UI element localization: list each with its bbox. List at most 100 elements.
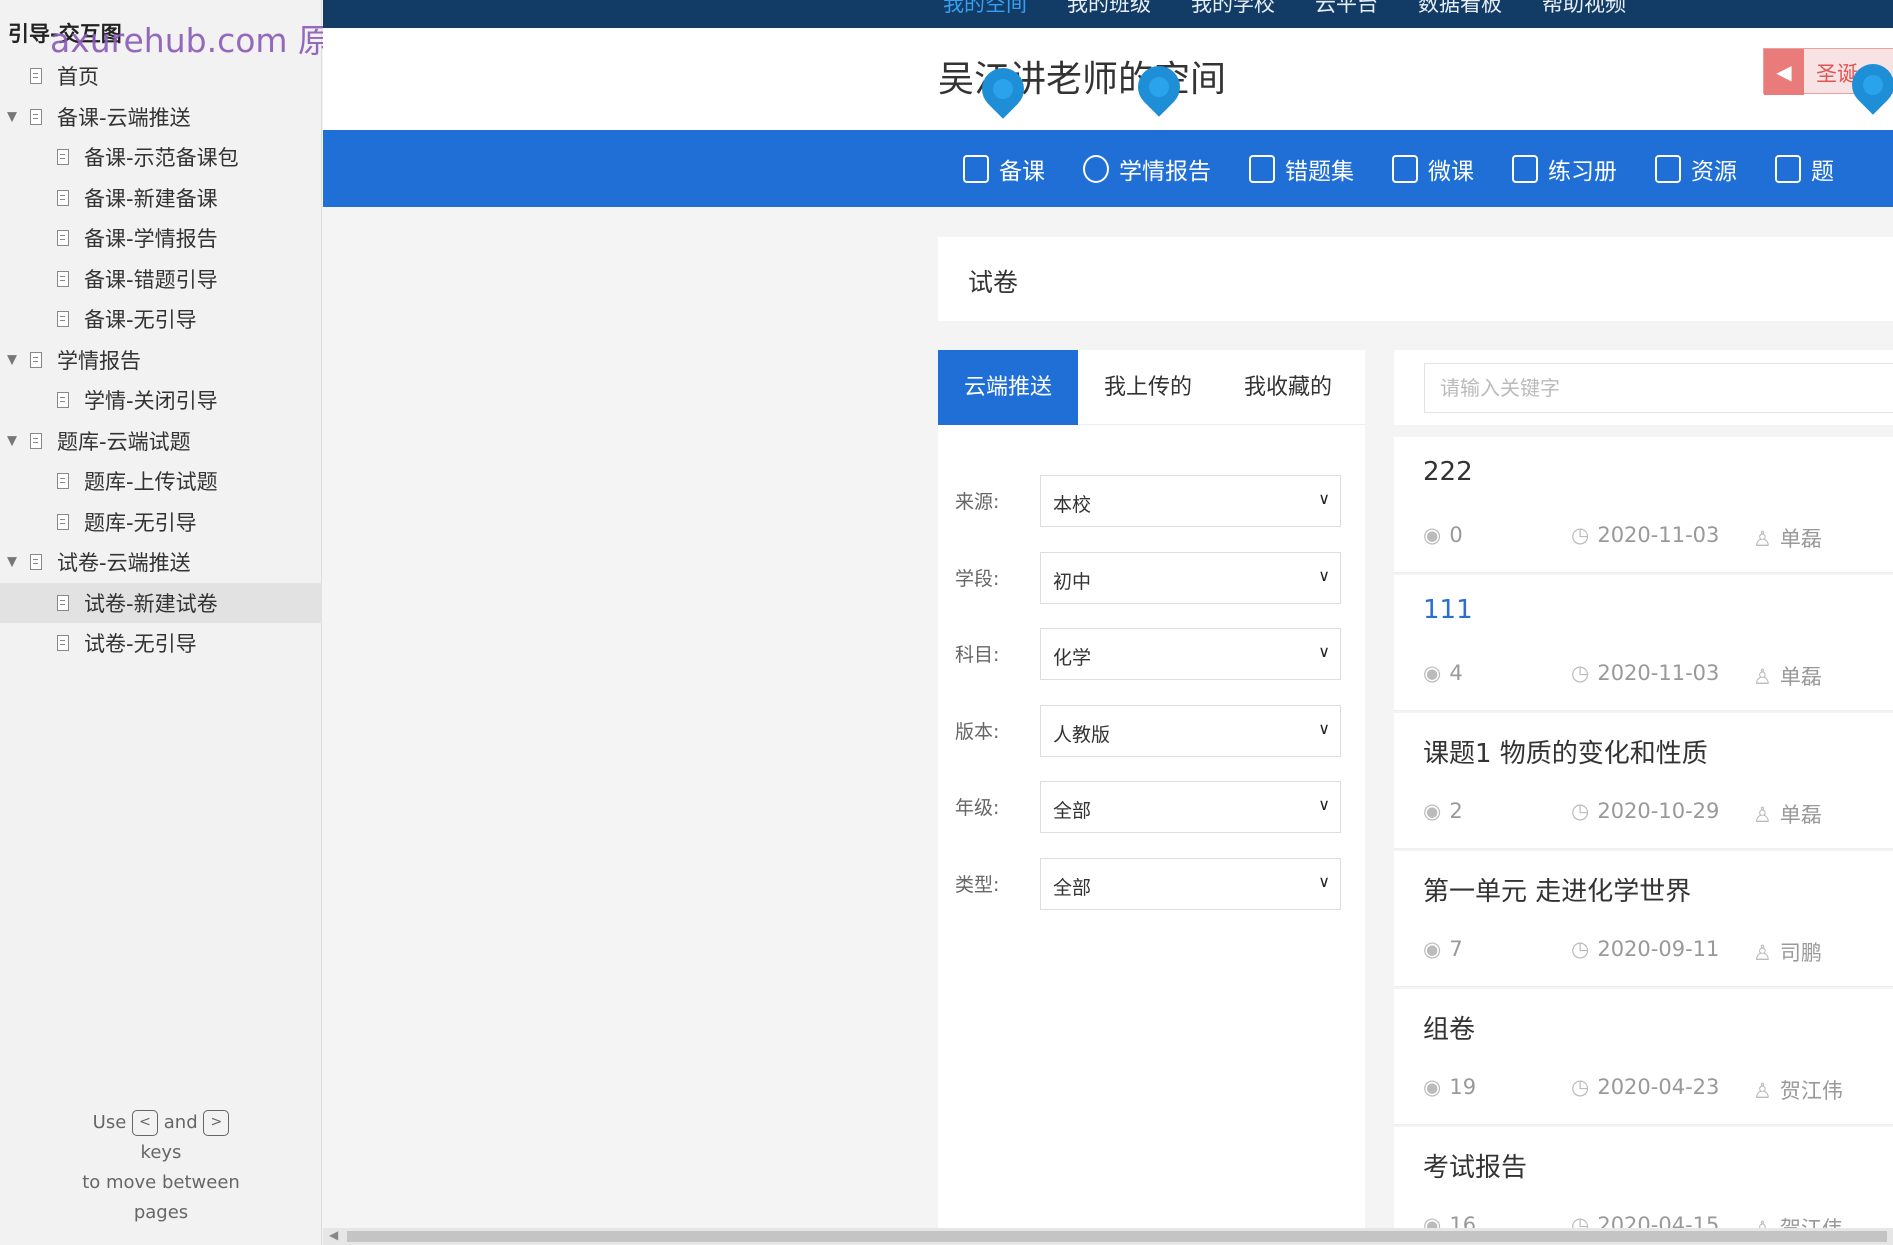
nav-item-label: 资源 bbox=[1691, 158, 1737, 185]
sidebar-page-item[interactable]: 题库-无引导 bbox=[0, 502, 322, 543]
prototype-canvas: 我的空间 我的班级 我的学校 云平台 数据看板 帮助视频 吴江讲老师的空间 ◀ 圣诞 备课… bbox=[323, 0, 1893, 1245]
nav-item[interactable]: 练习册 bbox=[1512, 152, 1617, 186]
author-name: 单磊 bbox=[1779, 803, 1822, 827]
sidebar-page-item[interactable]: 题库-上传试题 bbox=[0, 461, 322, 502]
nav-item-label: 练习册 bbox=[1548, 158, 1617, 185]
search-input[interactable] bbox=[1424, 363, 1893, 413]
filter-select[interactable]: 全部 ∨ bbox=[1040, 857, 1341, 910]
sidebar-page-label: 题库-上传试题 bbox=[84, 470, 218, 495]
help-line3: pages bbox=[133, 1202, 189, 1223]
paper-title[interactable]: 111 bbox=[1423, 595, 1473, 625]
publish-date-value: 2020-10-29 bbox=[1597, 799, 1720, 823]
filter-select[interactable]: 人教版 ∨ bbox=[1040, 704, 1341, 757]
publish-date: ◷ 2020-10-29 bbox=[1571, 799, 1719, 823]
paper-title[interactable]: 第一单元 走进化学世界 bbox=[1423, 871, 1691, 908]
filter-select[interactable]: 本校 ∨ bbox=[1040, 475, 1341, 527]
filter-label: 来源: bbox=[955, 491, 1000, 513]
filter-select-value: 人教版 bbox=[1053, 723, 1111, 746]
filter-row: 学段: 初中 ∨ bbox=[955, 551, 1355, 606]
sidebar-page-item[interactable]: 备课-无引导 bbox=[0, 299, 322, 340]
top-nav-link[interactable]: 数据看板 bbox=[1418, 0, 1502, 18]
nav-item[interactable]: 微课 bbox=[1392, 152, 1474, 186]
nav-item[interactable]: 备课 bbox=[963, 152, 1045, 186]
caret-down-icon[interactable]: ▼ bbox=[7, 555, 17, 570]
top-nav-link[interactable]: 云平台 bbox=[1315, 0, 1378, 18]
nav-item[interactable]: 题 bbox=[1775, 152, 1834, 186]
page-tree-sidebar: 引导-交互图 axurehub.com 原型资源站 首页 ▼ 备课-云端推送 备课-示… bbox=[0, 0, 463, 1245]
eye-icon: ◉ bbox=[1423, 937, 1442, 961]
author: ♙ 单磊 bbox=[1753, 661, 1822, 691]
notebook-icon bbox=[1512, 154, 1538, 183]
filter-select-value: 全部 bbox=[1053, 800, 1092, 822]
tab-0[interactable]: 云端推送 bbox=[938, 350, 1078, 425]
top-nav-link[interactable]: 我的空间 bbox=[943, 0, 1027, 18]
publish-date: ◷ 2020-11-03 bbox=[1571, 523, 1719, 547]
caret-down-icon[interactable]: ▼ bbox=[7, 352, 17, 367]
sidebar-page-item[interactable]: 备课-错题引导 bbox=[0, 259, 322, 300]
sidebar-page-item[interactable]: ▼ 学情报告 bbox=[0, 340, 322, 381]
sidebar-page-label: 题库-云端试题 bbox=[57, 429, 191, 454]
nav-item[interactable]: 错题集 bbox=[1249, 152, 1354, 186]
nav-item[interactable]: 学情报告 bbox=[1083, 152, 1211, 186]
scrollbar-thumb[interactable] bbox=[347, 1231, 1887, 1242]
sidebar-page-item[interactable]: 备课-学情报告 bbox=[0, 218, 322, 259]
paper-title[interactable]: 222 bbox=[1423, 457, 1473, 487]
caret-down-icon[interactable]: ▼ bbox=[7, 109, 17, 124]
author: ♙ 司鹏 bbox=[1753, 937, 1822, 967]
filter-select-value: 本校 bbox=[1053, 494, 1092, 516]
filter-select[interactable]: 全部 ∨ bbox=[1040, 781, 1341, 833]
sidebar-page-item[interactable]: 首页 bbox=[0, 56, 322, 97]
page-icon bbox=[57, 189, 69, 206]
space-header: 吴江讲老师的空间 ◀ 圣诞 bbox=[323, 28, 1893, 130]
sidebar-page-item[interactable]: 试卷-无引导 bbox=[0, 623, 322, 664]
paper-list-item[interactable]: 111 ◉ 4 ◷ 2020-11-03 ♙ 单磊 bbox=[1394, 575, 1893, 711]
nav-item-label: 学情报告 bbox=[1119, 158, 1211, 185]
sidebar-page-item[interactable]: 备课-新建备课 bbox=[0, 178, 322, 219]
page-icon bbox=[57, 513, 69, 530]
filter-select[interactable]: 初中 ∨ bbox=[1040, 551, 1341, 604]
video-camera-icon bbox=[1392, 154, 1418, 183]
horizontal-scrollbar[interactable]: ◀ bbox=[323, 1228, 1893, 1245]
filter-select-value: 化学 bbox=[1053, 647, 1092, 669]
paper-title[interactable]: 考试报告 bbox=[1423, 1147, 1527, 1184]
scroll-left-icon[interactable]: ◀ bbox=[329, 1228, 338, 1242]
filter-row: 版本: 人教版 ∨ bbox=[955, 704, 1355, 759]
page-icon bbox=[57, 149, 69, 166]
sidebar-page-item[interactable]: ▼ 备课-云端推送 bbox=[0, 97, 322, 138]
publish-date-value: 2020-11-03 bbox=[1597, 661, 1720, 685]
top-nav-link[interactable]: 我的学校 bbox=[1191, 0, 1275, 18]
sidebar-page-item[interactable]: ▼ 试卷-云端推送 bbox=[0, 542, 322, 583]
top-nav-link[interactable]: 我的班级 bbox=[1067, 0, 1151, 18]
filter-select[interactable]: 化学 ∨ bbox=[1040, 628, 1341, 680]
keyboard-help: Use < and > keys to move between pages bbox=[0, 1108, 322, 1228]
user-icon: ♙ bbox=[1753, 941, 1772, 965]
view-count: ◉ 7 bbox=[1423, 937, 1463, 961]
chevron-down-icon: ∨ bbox=[1318, 871, 1330, 891]
publish-date-value: 2020-09-11 bbox=[1597, 937, 1720, 961]
help-use-text: Use bbox=[92, 1112, 127, 1133]
tab-1[interactable]: 我上传的 bbox=[1078, 350, 1218, 425]
author-name: 单磊 bbox=[1779, 527, 1822, 551]
paper-list-item[interactable]: 课题1 物质的变化和性质 ◉ 2 ◷ 2020-10-29 ♙ 单磊 bbox=[1394, 713, 1893, 849]
nav-item[interactable]: 资源 bbox=[1655, 152, 1737, 186]
book-icon bbox=[1249, 154, 1275, 183]
caret-down-icon[interactable]: ▼ bbox=[7, 433, 17, 448]
paper-list-item[interactable]: 组卷 ◉ 19 ◷ 2020-04-23 ♙ 贺江伟 bbox=[1394, 989, 1893, 1125]
sidebar-page-item[interactable]: 试卷-新建试卷 bbox=[0, 582, 322, 623]
prev-key-icon: < bbox=[132, 1110, 159, 1136]
paper-title[interactable]: 课题1 物质的变化和性质 bbox=[1423, 733, 1708, 770]
paper-list-item[interactable]: 第一单元 走进化学世界 ◉ 7 ◷ 2020-09-11 ♙ 司鹏 bbox=[1394, 851, 1893, 987]
tab-2[interactable]: 我收藏的 bbox=[1218, 350, 1358, 425]
page-icon bbox=[30, 108, 42, 125]
sidebar-page-item[interactable]: ▼ 题库-云端试题 bbox=[0, 421, 322, 462]
sidebar-page-item[interactable]: 备课-示范备课包 bbox=[0, 137, 322, 178]
sidebar-page-label: 学情报告 bbox=[57, 348, 141, 373]
page-icon bbox=[30, 554, 42, 571]
paper-list-item[interactable]: 222 ◉ 0 ◷ 2020-11-03 ♙ 单磊 bbox=[1394, 437, 1893, 573]
page-icon bbox=[57, 392, 69, 409]
paper-title[interactable]: 组卷 bbox=[1423, 1009, 1475, 1046]
sidebar-page-item[interactable]: 学情-关闭引导 bbox=[0, 380, 322, 421]
clock-icon: ◷ bbox=[1571, 661, 1590, 685]
sidebar-page-label: 试卷-无引导 bbox=[84, 632, 197, 657]
top-nav-link[interactable]: 帮助视频 bbox=[1542, 0, 1626, 18]
